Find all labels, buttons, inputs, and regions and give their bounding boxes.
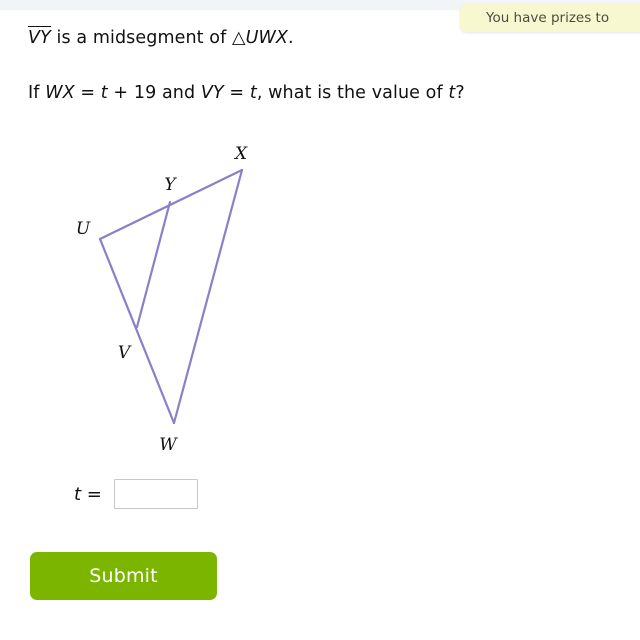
- question-block: VY is a midsegment of △UWX. If WX = t + …: [28, 26, 618, 105]
- answer-label: t =: [74, 484, 102, 505]
- triangle-edges: [98, 168, 244, 425]
- vertex-label-u: U: [76, 219, 91, 239]
- triangle-figure: U W X V Y: [0, 130, 320, 470]
- question-line-2-plus: +: [107, 83, 134, 103]
- question-line-1-period: .: [288, 28, 294, 48]
- triangle-edge-uw: [98, 237, 176, 425]
- triangle-symbol-icon: △: [232, 28, 246, 48]
- answer-row: t =: [74, 479, 198, 509]
- answer-label-variable: t: [74, 483, 82, 505]
- question-line-2-eq1: =: [74, 83, 101, 103]
- question-line-2-if: If: [28, 83, 46, 103]
- question-line-2: If WX = t + 19 and VY = t, what is the v…: [28, 81, 618, 105]
- variable-t-1: t: [100, 83, 108, 103]
- triangle-edge-wx: [172, 168, 244, 425]
- triangle-figure-svg: U W X V Y: [76, 144, 248, 455]
- submit-button[interactable]: Submit: [30, 552, 217, 600]
- segment-vy-label: VY: [28, 26, 51, 48]
- question-line-2-and: and: [156, 83, 201, 103]
- vertex-label-y: Y: [164, 175, 177, 195]
- vertex-label-v: V: [118, 343, 132, 363]
- question-line-1-rest: is a midsegment of: [50, 28, 233, 48]
- question-line-2-qmark: ?: [455, 83, 465, 103]
- answer-label-equals: =: [81, 483, 102, 505]
- side-vy-label: VY: [200, 83, 224, 103]
- triangle-edge-vy: [135, 200, 172, 329]
- question-line-2-number: 19: [133, 83, 157, 103]
- vertex-label-x: X: [233, 144, 248, 164]
- question-line-2-tail: , what is the value of: [256, 83, 449, 103]
- variable-t-2: t: [249, 83, 257, 103]
- question-line-2-eq2: =: [223, 83, 250, 103]
- vertex-label-w: W: [159, 435, 178, 455]
- notification-banner-text: You have prizes to: [486, 10, 610, 26]
- triangle-vertex-labels: U W X V Y: [76, 144, 248, 455]
- side-wx-label: WX: [45, 83, 75, 103]
- answer-input[interactable]: [113, 479, 198, 509]
- question-line-1: VY is a midsegment of △UWX.: [28, 26, 618, 50]
- triangle-name-uwx: UWX: [245, 28, 289, 48]
